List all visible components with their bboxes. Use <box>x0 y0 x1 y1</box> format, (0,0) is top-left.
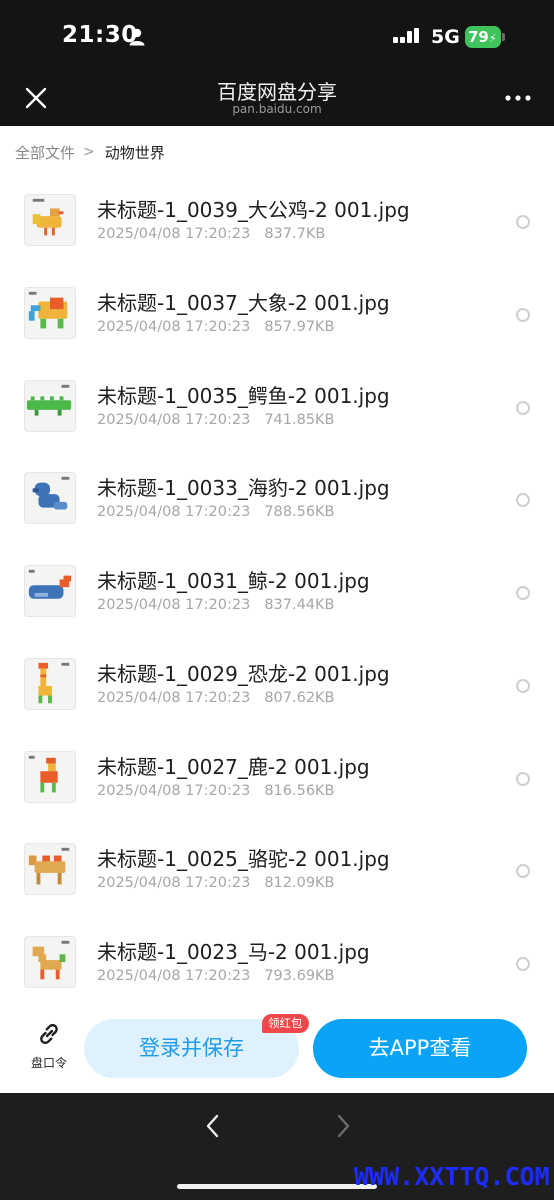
file-row[interactable]: 未标题-1_0031_鲸-2 001.jpg 2025/04/08 17:20:… <box>0 545 554 638</box>
share-password-label: 盘口令 <box>30 1056 67 1070</box>
file-date: 2025/04/08 17:20:23 <box>97 411 251 428</box>
open-app-button[interactable]: 去APP查看 <box>313 1019 527 1078</box>
file-size: 816.56KB <box>264 782 335 799</box>
file-row[interactable]: 未标题-1_0035_鳄鱼-2 001.jpg 2025/04/08 17:20… <box>0 360 554 453</box>
share-password-button[interactable]: 盘口令 <box>22 1020 76 1076</box>
action-bar: 盘口令 登录并保存 领红包 去APP查看 <box>0 1000 554 1093</box>
file-list: 未标题-1_0039_大公鸡-2 001.jpg 2025/04/08 17:2… <box>0 174 554 1009</box>
file-row[interactable]: 未标题-1_0033_海豹-2 001.jpg 2025/04/08 17:20… <box>0 452 554 545</box>
network-type: 5G <box>431 26 460 48</box>
file-name: 未标题-1_0023_马-2 001.jpg <box>97 940 370 964</box>
file-name: 未标题-1_0033_海豹-2 001.jpg <box>97 476 390 501</box>
crocodile-thumbnail <box>24 379 76 432</box>
file-name: 未标题-1_0031_鲸-2 001.jpg <box>97 569 370 593</box>
red-packet-badge: 领红包 <box>262 1014 309 1033</box>
file-row[interactable]: 未标题-1_0029_恐龙-2 001.jpg 2025/04/08 17:20… <box>0 638 554 731</box>
back-icon[interactable] <box>200 1111 226 1141</box>
file-date: 2025/04/08 17:20:23 <box>97 689 251 706</box>
rooster-thumbnail <box>24 194 76 246</box>
dinosaur-thumbnail <box>24 657 76 710</box>
file-name: 未标题-1_0027_鹿-2 001.jpg <box>97 754 370 779</box>
file-date: 2025/04/08 17:20:23 <box>97 782 251 799</box>
file-name: 未标题-1_0035_鳄鱼-2 001.jpg <box>97 383 390 408</box>
file-date: 2025/04/08 17:20:23 <box>97 504 251 521</box>
horse-thumbnail <box>24 936 76 988</box>
file-date: 2025/04/08 17:20:23 <box>97 226 251 242</box>
signal-icon <box>393 28 419 43</box>
file-name: 未标题-1_0037_大象-2 001.jpg <box>97 290 390 315</box>
file-meta: 2025/04/08 17:20:23 816.56KB <box>97 783 335 799</box>
select-radio[interactable] <box>516 400 530 415</box>
select-radio[interactable] <box>516 307 530 322</box>
file-date: 2025/04/08 17:20:23 <box>97 968 251 984</box>
file-row[interactable]: 未标题-1_0023_马-2 001.jpg 2025/04/08 17:20:… <box>0 916 554 1009</box>
file-meta: 2025/04/08 17:20:23 837.44KB <box>97 597 335 613</box>
whale-thumbnail <box>24 565 76 617</box>
file-meta: 2025/04/08 17:20:23 741.85KB <box>97 412 335 428</box>
forward-icon[interactable] <box>330 1111 356 1141</box>
select-radio[interactable] <box>516 493 530 508</box>
file-meta: 2025/04/08 17:20:23 837.7KB <box>97 226 325 242</box>
elephant-thumbnail <box>24 286 76 339</box>
breadcrumb: 全部文件 > 动物世界 <box>15 141 165 163</box>
file-meta: 2025/04/08 17:20:23 812.09KB <box>97 875 335 891</box>
page-domain: pan.baidu.com <box>232 102 322 116</box>
file-row[interactable]: 未标题-1_0027_鹿-2 001.jpg 2025/04/08 17:20:… <box>0 731 554 824</box>
breadcrumb-separator: > <box>83 144 95 160</box>
status-time: 21:30 <box>62 22 138 48</box>
breadcrumb-current: 动物世界 <box>104 143 165 162</box>
file-size: 793.69KB <box>264 968 335 984</box>
person-icon <box>129 28 145 46</box>
file-name: 未标题-1_0039_大公鸡-2 001.jpg <box>97 198 410 222</box>
file-meta: 2025/04/08 17:20:23 788.56KB <box>97 504 335 520</box>
file-size: 807.62KB <box>264 689 335 706</box>
file-row[interactable]: 未标题-1_0039_大公鸡-2 001.jpg 2025/04/08 17:2… <box>0 174 554 267</box>
file-meta: 2025/04/08 17:20:23 807.62KB <box>97 690 335 706</box>
file-size: 812.09KB <box>264 875 335 892</box>
battery-level: 79 <box>468 28 489 46</box>
select-radio[interactable] <box>516 215 530 229</box>
file-row[interactable]: 未标题-1_0037_大象-2 001.jpg 2025/04/08 17:20… <box>0 267 554 360</box>
file-name: 未标题-1_0029_恐龙-2 001.jpg <box>97 661 390 686</box>
camel-thumbnail <box>24 843 76 896</box>
select-radio[interactable] <box>516 771 530 786</box>
select-radio[interactable] <box>516 957 530 971</box>
home-indicator <box>177 1184 377 1189</box>
file-size: 837.44KB <box>264 597 335 613</box>
file-meta: 2025/04/08 17:20:23 857.97KB <box>97 319 335 335</box>
file-meta: 2025/04/08 17:20:23 793.69KB <box>97 968 335 984</box>
status-bar: 21:30 5G 79⚡ <box>0 0 554 72</box>
deer-thumbnail <box>24 750 76 803</box>
more-icon[interactable] <box>504 88 532 108</box>
page-title: 百度网盘分享 <box>217 80 337 104</box>
file-size: 857.97KB <box>264 318 335 335</box>
watermark: WWW.XXTTQ.COM <box>354 1162 550 1191</box>
file-size: 741.85KB <box>264 411 335 428</box>
file-date: 2025/04/08 17:20:23 <box>97 318 251 335</box>
file-size: 837.7KB <box>264 226 326 242</box>
link-icon <box>40 1023 58 1045</box>
file-row[interactable]: 未标题-1_0025_骆驼-2 001.jpg 2025/04/08 17:20… <box>0 823 554 916</box>
select-radio[interactable] <box>516 586 530 600</box>
battery-icon: 79⚡ <box>465 26 505 48</box>
file-size: 788.56KB <box>264 504 335 521</box>
select-radio[interactable] <box>516 864 530 879</box>
file-name: 未标题-1_0025_骆驼-2 001.jpg <box>97 847 390 872</box>
file-date: 2025/04/08 17:20:23 <box>97 875 251 892</box>
title-bar: 百度网盘分享 pan.baidu.com <box>0 72 554 126</box>
seal-thumbnail <box>24 472 76 525</box>
breadcrumb-root[interactable]: 全部文件 <box>15 142 75 163</box>
select-radio[interactable] <box>516 678 530 693</box>
file-date: 2025/04/08 17:20:23 <box>97 597 251 613</box>
